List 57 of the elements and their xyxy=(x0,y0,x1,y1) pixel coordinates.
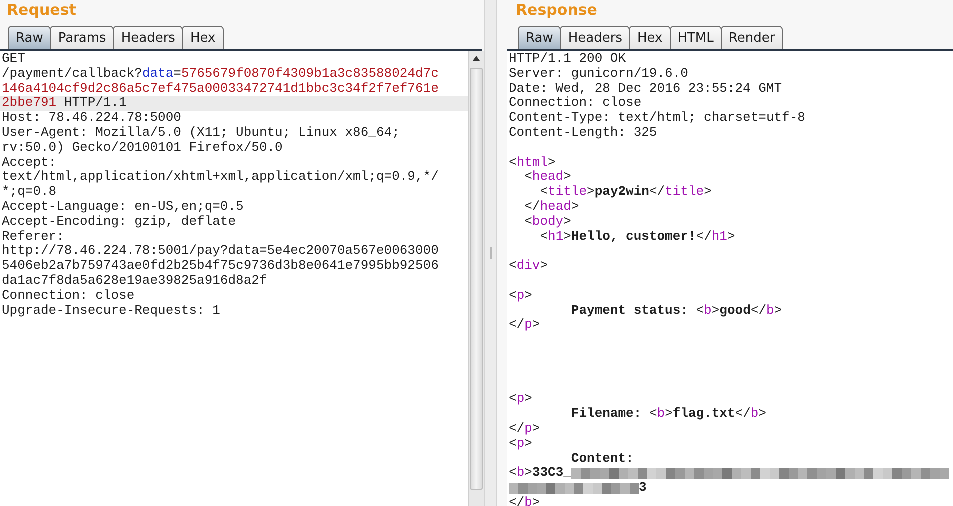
code-line: User-Agent: Mozilla/5.0 (X11; Ubuntu; Linux x86_64; xyxy=(1,126,401,141)
code-line: Referer: xyxy=(1,230,66,244)
code-line: Content-Type: text/html; charset=utf-8 xyxy=(508,111,806,126)
view-tab[interactable]: Headers xyxy=(560,26,630,49)
code-line: Accept-Language: en-US,en;q=0.5 xyxy=(1,200,245,215)
code-line: Connection: close xyxy=(1,288,136,304)
grip-icon[interactable] xyxy=(488,247,492,259)
code-line: GET xyxy=(1,52,26,67)
code-line: <p> xyxy=(508,436,534,452)
view-tab[interactable]: HTML xyxy=(670,26,722,49)
code-line: <body> xyxy=(524,214,572,230)
code-line: Accept-Encoding: gzip, deflate xyxy=(1,214,238,230)
code-line: </p> xyxy=(508,422,542,437)
code-line: Server: gunicorn/19.6.0 xyxy=(508,66,690,82)
code-text: > xyxy=(524,466,532,482)
code-line: Date: Wed, 28 Dec 2016 23:55:24 GMT xyxy=(508,82,784,96)
code-line: <p> xyxy=(508,288,534,304)
code-text: 33C3_ xyxy=(532,466,572,482)
view-tab[interactable]: Headers xyxy=(113,26,184,49)
view-tab[interactable]: Raw xyxy=(518,26,562,49)
pane-title: Request xyxy=(6,0,78,21)
code-line: Content: xyxy=(571,452,635,466)
code-line: <p> xyxy=(508,392,534,408)
code-line: Payment status: <b>good</b> xyxy=(570,304,784,318)
code-line: /payment/callback?data=5765679f0870f4309b1a3c83588024d7c xyxy=(1,66,440,82)
code-line: 146a4104cf9d2c86a5c7ef475a00033472741d1bbc3c34f2f7ef761e xyxy=(1,82,440,96)
code-line: </p> xyxy=(508,318,542,334)
code-line: <head> xyxy=(524,170,572,186)
code-line: Content-Length: 325 xyxy=(508,126,658,141)
code-line: 5406eb2a7b759743ae0fd2b25b4f75c9736d3b8e0641e7995bb92506 xyxy=(1,259,440,274)
code-line: Connection: close xyxy=(508,96,643,112)
view-tab[interactable]: Hex xyxy=(182,26,224,49)
code-line: Upgrade-Insecure-Requests: 1 xyxy=(1,304,222,318)
code-line: *;q=0.8 xyxy=(1,185,58,200)
code-text: 3 xyxy=(639,481,647,496)
code-line: <title>pay2win</title> xyxy=(539,185,713,200)
view-tab[interactable]: Raw xyxy=(8,26,52,49)
code-text: < xyxy=(509,466,517,482)
view-tab[interactable]: Render xyxy=(720,26,784,49)
code-line: text/html,application/xhtml+xml,application/xml;q=0.9,*/ xyxy=(1,170,440,186)
code-text: b xyxy=(516,466,525,482)
code-line: Filename: <b>flag.txt</b> xyxy=(570,407,768,422)
code-line: rv:50.0) Gecko/20100101 Firefox/50.0 xyxy=(1,140,284,156)
code-line: da1ac7f8da5a628e19ae39825a916d8a2f xyxy=(1,274,268,289)
view-tab[interactable]: Hex xyxy=(629,26,671,49)
code-line: http://78.46.224.78:5001/pay?data=5e4ec20070a567e0063000 xyxy=(1,244,440,260)
code-line: Host: 78.46.224.78:5000 xyxy=(1,111,182,126)
view-tab[interactable]: Params xyxy=(50,26,114,49)
code-line: </head> xyxy=(524,200,580,215)
pane-title: Response xyxy=(515,0,598,21)
code-line: <html> xyxy=(508,156,557,170)
code-line: <div> xyxy=(508,259,550,274)
code-line: <h1>Hello, customer!</h1> xyxy=(539,230,736,244)
code-line: HTTP/1.1 200 OK xyxy=(508,52,628,67)
vertical-scrollbar[interactable] xyxy=(468,51,484,506)
code-line: </b> xyxy=(508,496,542,506)
code-line: Accept: xyxy=(1,156,58,170)
